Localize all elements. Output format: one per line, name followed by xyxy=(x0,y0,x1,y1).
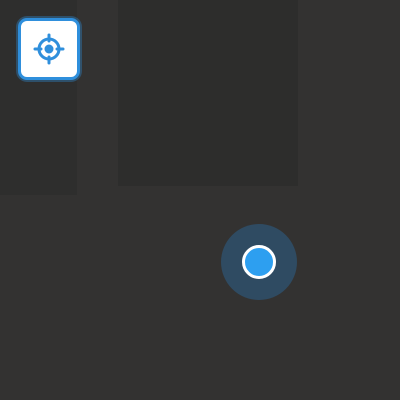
current-location-dot[interactable] xyxy=(242,245,276,279)
map-canvas[interactable] xyxy=(0,0,400,400)
locate-me-button[interactable] xyxy=(18,18,80,80)
current-location-halo xyxy=(221,224,297,300)
crosshair-icon xyxy=(32,32,66,66)
map-block-center xyxy=(118,0,298,186)
